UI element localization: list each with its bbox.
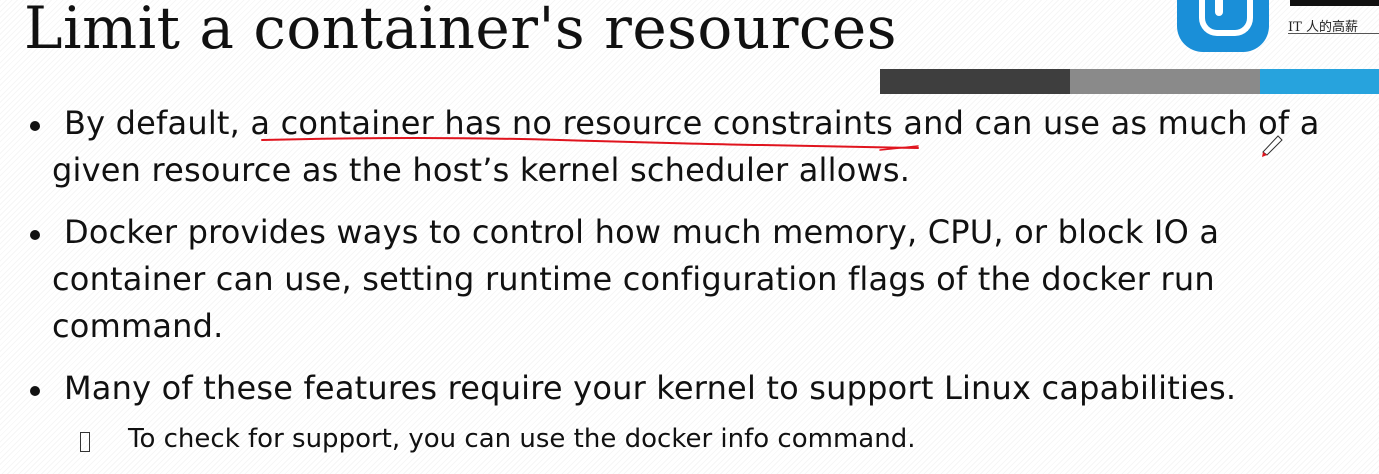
annotation-layer [261,135,1283,157]
red-underline-annotation [261,137,919,149]
pen-cursor-icon [1262,135,1283,157]
